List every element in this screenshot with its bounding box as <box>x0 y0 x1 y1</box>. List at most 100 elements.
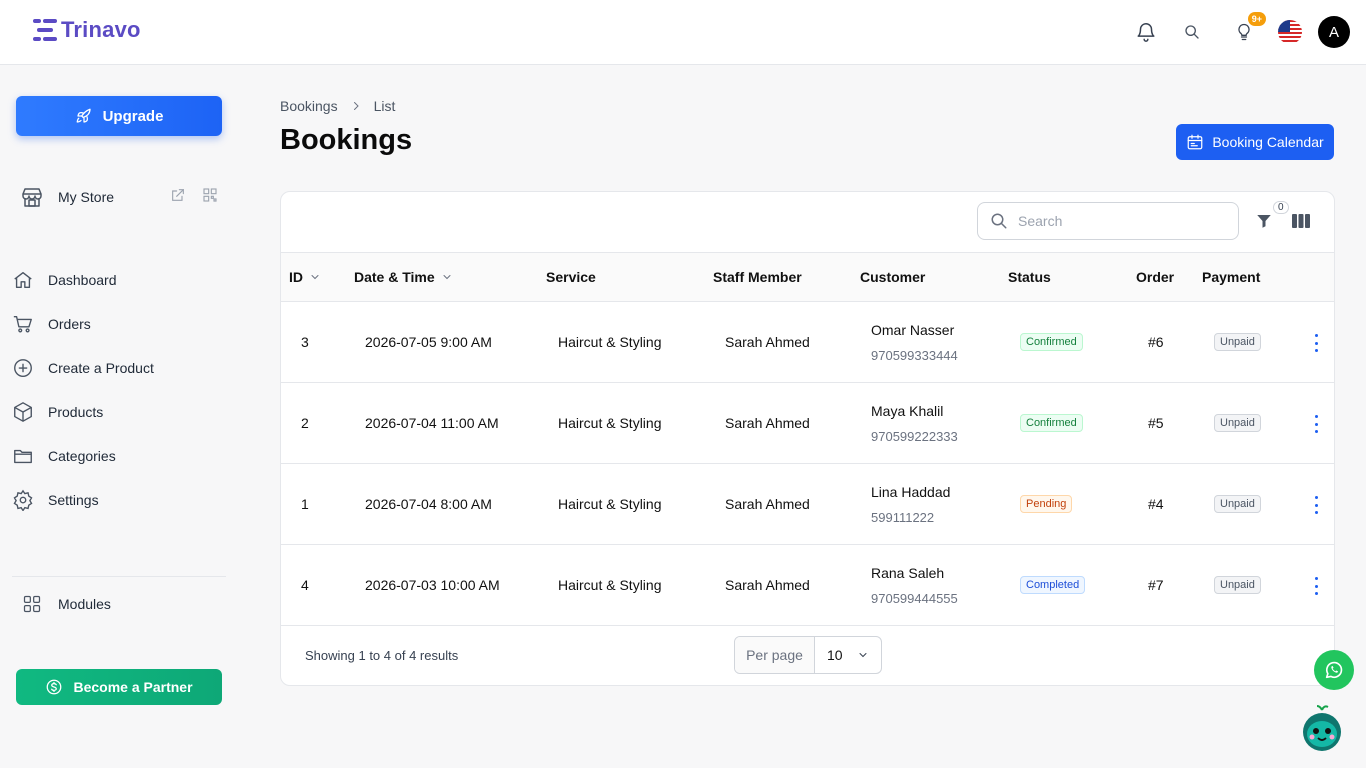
chevron-down-icon <box>443 275 451 280</box>
logo-icon <box>33 19 57 41</box>
modules-label: Modules <box>58 596 111 612</box>
bell-icon <box>1137 23 1155 42</box>
notifications-button[interactable] <box>1132 18 1160 46</box>
user-avatar[interactable]: A <box>1318 16 1350 48</box>
home-icon <box>14 271 32 289</box>
sidebar-item-dashboard[interactable]: Dashboard <box>12 258 226 302</box>
tips-badge: 9+ <box>1247 12 1266 26</box>
columns-button[interactable] <box>1291 212 1311 235</box>
cell-id: 2 <box>301 415 309 431</box>
chevron-down-icon <box>859 653 867 658</box>
cell-staff: Sarah Ahmed <box>725 577 810 593</box>
grid-icon <box>23 595 41 613</box>
cell-customer-phone: 970599222333 <box>871 429 958 444</box>
status-badge: Confirmed <box>1020 333 1083 351</box>
table-row[interactable]: 4 2026-07-03 10:00 AM Haircut & Styling … <box>281 545 1334 626</box>
sidebar-item-label: Products <box>48 404 104 420</box>
per-page-value-text: 10 <box>827 647 843 663</box>
pagination-summary: Showing 1 to 4 of 4 results <box>305 648 459 663</box>
cell-id: 1 <box>301 496 309 512</box>
brand-name: Trinavo <box>61 17 141 42</box>
column-header-staff: Staff Member <box>713 269 802 285</box>
sidebar-item-products[interactable]: Products <box>12 390 226 434</box>
cell-customer-name: Omar Nasser <box>871 322 955 338</box>
search-icon <box>1185 25 1199 39</box>
whatsapp-icon <box>1325 661 1343 679</box>
filter-icon <box>1257 215 1271 228</box>
whatsapp-button[interactable] <box>1314 650 1354 690</box>
partner-label: Become a Partner <box>73 679 193 695</box>
sidebar-item-settings[interactable]: Settings <box>12 478 226 522</box>
mascot-icon <box>1303 705 1341 751</box>
become-partner-button[interactable]: Become a Partner <box>16 669 222 705</box>
cell-customer-phone: 599111222 <box>871 510 935 525</box>
sidebar-item-orders[interactable]: Orders <box>12 302 226 346</box>
cell-order[interactable]: #7 <box>1148 577 1164 593</box>
search-box[interactable] <box>977 202 1239 240</box>
cell-staff: Sarah Ahmed <box>725 496 810 512</box>
qr-code-icon[interactable] <box>202 187 218 203</box>
filter-button[interactable] <box>1255 212 1273 235</box>
payment-badge: Unpaid <box>1214 576 1261 594</box>
bookings-table-card: 0 ID Date & Time Service Staff Member Cu… <box>280 191 1335 686</box>
table-row[interactable]: 2 2026-07-04 11:00 AM Haircut & Styling … <box>281 383 1334 464</box>
search-button[interactable] <box>1178 18 1206 46</box>
tips-button[interactable]: 9+ <box>1230 12 1266 46</box>
top-bar: Trinavo 9+ A <box>0 0 1366 65</box>
language-selector[interactable] <box>1276 18 1304 46</box>
row-actions-button[interactable] <box>1313 577 1319 595</box>
search-input[interactable] <box>1018 213 1218 229</box>
cell-datetime: 2026-07-05 9:00 AM <box>365 334 492 350</box>
breadcrumb-root[interactable]: Bookings <box>280 98 338 114</box>
row-actions-button[interactable] <box>1313 496 1319 514</box>
column-header-datetime[interactable]: Date & Time <box>354 269 453 285</box>
dollar-circle-icon <box>47 679 62 695</box>
row-actions-button[interactable] <box>1313 334 1319 352</box>
sidebar-item-modules[interactable]: Modules <box>22 594 111 614</box>
sidebar-item-categories[interactable]: Categories <box>12 434 226 478</box>
store-icon <box>22 188 42 207</box>
cell-order[interactable]: #4 <box>1148 496 1164 512</box>
external-link-icon[interactable] <box>170 187 186 203</box>
column-header-id[interactable]: ID <box>289 269 321 285</box>
per-page-value[interactable]: 10 <box>815 647 881 663</box>
cell-datetime: 2026-07-04 8:00 AM <box>365 496 492 512</box>
sidebar-nav: Dashboard Orders Create a Product Produc… <box>12 258 226 522</box>
per-page-label: Per page <box>735 637 815 673</box>
column-header-label: ID <box>289 269 303 285</box>
booking-calendar-button[interactable]: Booking Calendar <box>1176 124 1334 160</box>
page-title: Bookings <box>280 124 413 156</box>
cart-icon <box>13 315 32 333</box>
my-store-label: My Store <box>58 189 115 205</box>
calendar-icon <box>1187 134 1203 150</box>
cell-customer-phone: 970599333444 <box>871 348 958 363</box>
sidebar-divider <box>12 576 226 577</box>
table-row[interactable]: 1 2026-07-04 8:00 AM Haircut & Styling S… <box>281 464 1334 545</box>
my-store-link[interactable]: My Store <box>20 184 220 210</box>
column-header-order: Order <box>1136 269 1175 285</box>
cell-service: Haircut & Styling <box>558 334 662 350</box>
cell-order[interactable]: #5 <box>1148 415 1164 431</box>
per-page-select[interactable]: Per page 10 <box>734 636 882 674</box>
cell-datetime: 2026-07-04 11:00 AM <box>365 415 499 431</box>
cell-order[interactable]: #6 <box>1148 334 1164 350</box>
box-icon <box>14 402 32 422</box>
sidebar-item-label: Categories <box>48 448 116 464</box>
folder-icon <box>14 449 32 464</box>
sidebar-item-create-product[interactable]: Create a Product <box>12 346 226 390</box>
column-header-customer: Customer <box>860 269 926 285</box>
assistant-mascot[interactable] <box>1300 704 1344 754</box>
status-badge: Pending <box>1020 495 1073 513</box>
cell-customer-name: Maya Khalil <box>871 403 944 419</box>
upgrade-label: Upgrade <box>102 107 164 125</box>
cell-service: Haircut & Styling <box>558 496 662 512</box>
booking-calendar-label: Booking Calendar <box>1212 134 1324 150</box>
cell-staff: Sarah Ahmed <box>725 334 810 350</box>
row-actions-button[interactable] <box>1313 415 1319 433</box>
cell-customer-name: Rana Saleh <box>871 565 945 581</box>
table-row[interactable]: 3 2026-07-05 9:00 AM Haircut & Styling S… <box>281 302 1334 383</box>
us-flag-icon <box>1278 20 1302 44</box>
upgrade-button[interactable]: Upgrade <box>16 96 222 136</box>
columns-icon <box>1292 214 1310 228</box>
brand-logo[interactable]: Trinavo <box>33 17 141 43</box>
